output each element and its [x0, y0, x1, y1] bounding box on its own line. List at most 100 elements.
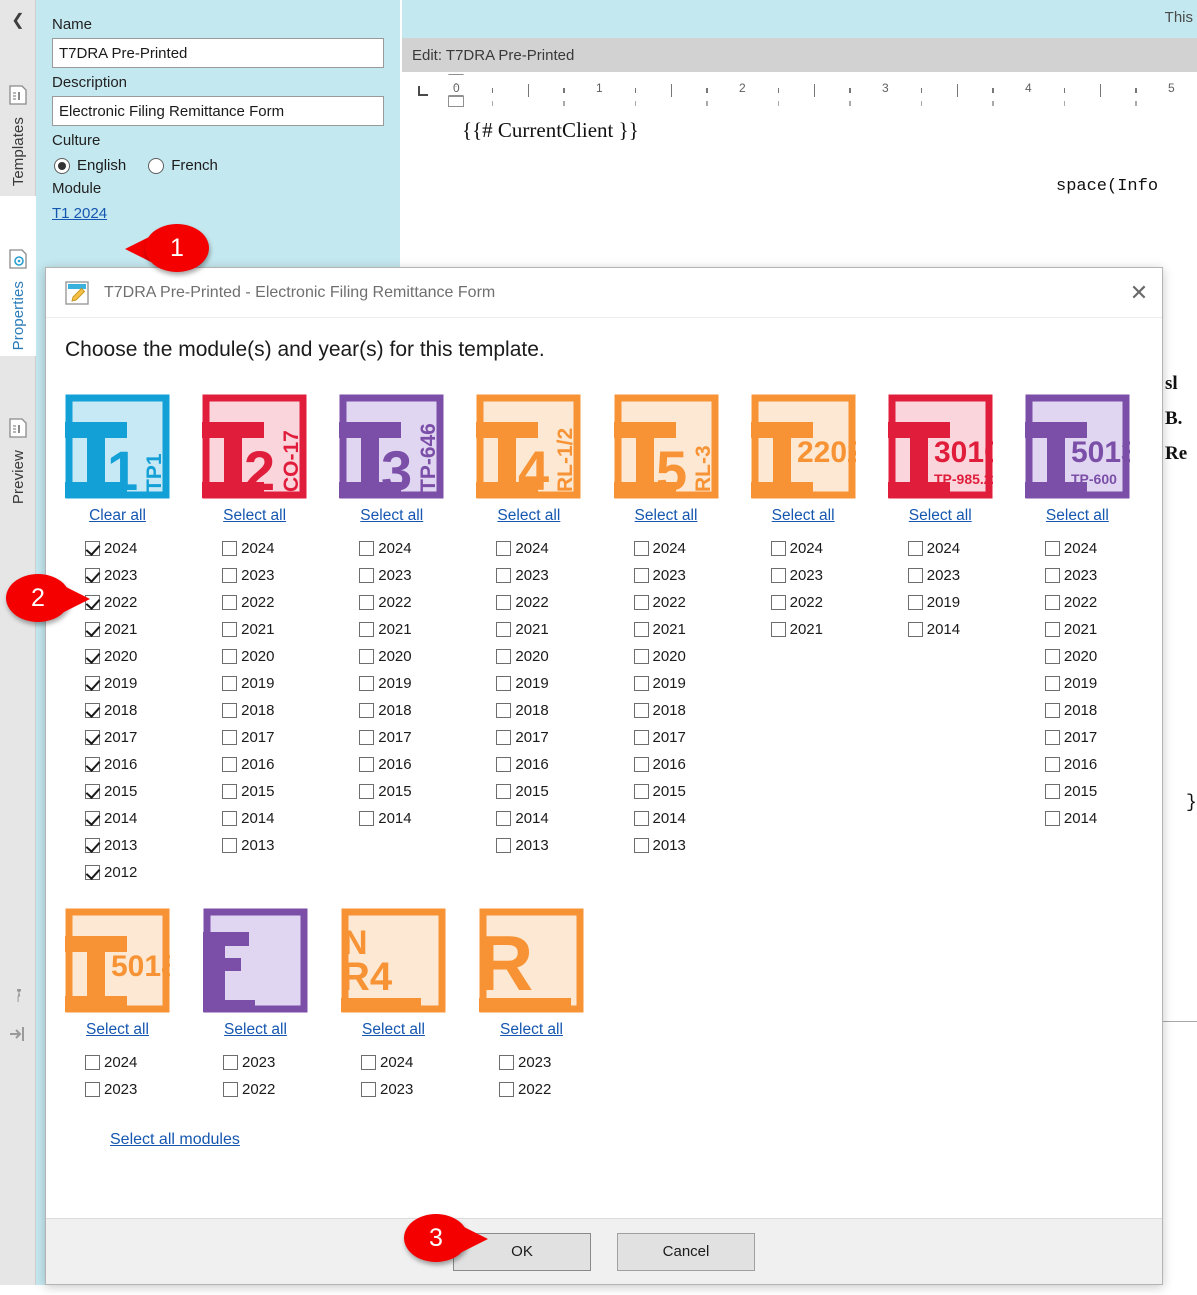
year-checkbox-row[interactable]: 2015 [476, 778, 613, 805]
year-checkbox-row[interactable]: 2023 [65, 1076, 203, 1103]
checkbox-unchecked-icon[interactable] [1044, 784, 1060, 799]
checkbox-unchecked-icon[interactable] [496, 541, 512, 556]
description-input[interactable] [52, 96, 384, 126]
checkbox-unchecked-icon[interactable] [361, 1082, 376, 1097]
checkbox-unchecked-icon[interactable] [907, 622, 923, 637]
checkbox-unchecked-icon[interactable] [496, 595, 512, 610]
year-checkbox-row[interactable]: 2021 [65, 616, 202, 643]
year-checkbox-row[interactable]: 2024 [65, 1049, 203, 1076]
checkbox-unchecked-icon[interactable] [1044, 649, 1060, 664]
year-checkbox-row[interactable]: 2015 [339, 778, 476, 805]
year-checkbox-row[interactable]: 2015 [1025, 778, 1162, 805]
year-checkbox-row[interactable]: 2023 [65, 562, 202, 589]
checkbox-unchecked-icon[interactable] [907, 568, 923, 583]
checkbox-unchecked-icon[interactable] [633, 730, 649, 745]
year-checkbox-row[interactable]: 2024 [614, 535, 751, 562]
cancel-button[interactable]: Cancel [617, 1232, 755, 1271]
checkbox-unchecked-icon[interactable] [633, 541, 649, 556]
sidebar-tab-properties[interactable]: Properties [0, 196, 36, 356]
checkbox-unchecked-icon[interactable] [1044, 568, 1060, 583]
checkbox-unchecked-icon[interactable] [633, 811, 649, 826]
checkbox-unchecked-icon[interactable] [1044, 757, 1060, 772]
checkbox-checked-icon[interactable] [85, 676, 100, 691]
checkbox-unchecked-icon[interactable] [222, 730, 238, 745]
year-checkbox-row[interactable]: 2016 [65, 751, 202, 778]
year-checkbox-row[interactable]: 2021 [614, 616, 751, 643]
checkbox-unchecked-icon[interactable] [633, 703, 649, 718]
year-checkbox-row[interactable]: 2017 [339, 724, 476, 751]
checkbox-checked-icon[interactable] [85, 649, 100, 664]
checkbox-unchecked-icon[interactable] [770, 568, 786, 583]
checkbox-unchecked-icon[interactable] [223, 1082, 238, 1097]
checkbox-unchecked-icon[interactable] [496, 568, 512, 583]
checkbox-unchecked-icon[interactable] [359, 622, 375, 637]
checkbox-unchecked-icon[interactable] [496, 838, 512, 853]
checkbox-unchecked-icon[interactable] [222, 568, 238, 583]
year-checkbox-row[interactable]: 2016 [614, 751, 751, 778]
checkbox-unchecked-icon[interactable] [770, 541, 786, 556]
select-all-link[interactable]: Select all [614, 507, 719, 525]
year-checkbox-row[interactable]: 2018 [1025, 697, 1162, 724]
checkbox-unchecked-icon[interactable] [496, 622, 512, 637]
year-checkbox-row[interactable]: 2021 [1025, 616, 1162, 643]
checkbox-unchecked-icon[interactable] [633, 649, 649, 664]
checkbox-unchecked-icon[interactable] [1044, 811, 1060, 826]
select-all-link[interactable]: Select all [1025, 507, 1130, 525]
checkbox-unchecked-icon[interactable] [633, 784, 649, 799]
checkbox-checked-icon[interactable] [85, 838, 100, 853]
year-checkbox-row[interactable]: 2021 [202, 616, 339, 643]
checkbox-unchecked-icon[interactable] [222, 784, 238, 799]
year-checkbox-row[interactable]: 2022 [203, 1076, 341, 1103]
year-checkbox-row[interactable]: 2019 [614, 670, 751, 697]
select-all-link[interactable]: Select all [479, 1021, 584, 1039]
year-checkbox-row[interactable]: 2012 [65, 859, 202, 886]
checkbox-unchecked-icon[interactable] [85, 1055, 100, 1070]
year-checkbox-row[interactable]: 2024 [339, 535, 476, 562]
select-all-link[interactable]: Select all [339, 507, 444, 525]
year-checkbox-row[interactable]: 2019 [202, 670, 339, 697]
year-checkbox-row[interactable]: 2014 [888, 616, 1025, 643]
year-checkbox-row[interactable]: 2023 [614, 562, 751, 589]
checkbox-unchecked-icon[interactable] [499, 1082, 514, 1097]
year-checkbox-row[interactable]: 2020 [339, 643, 476, 670]
checkbox-unchecked-icon[interactable] [85, 1082, 100, 1097]
select-all-link[interactable]: Select all [202, 507, 307, 525]
select-all-link[interactable]: Select all [476, 507, 581, 525]
checkbox-unchecked-icon[interactable] [359, 568, 375, 583]
year-checkbox-row[interactable]: 2023 [339, 562, 476, 589]
year-checkbox-row[interactable]: 2023 [888, 562, 1025, 589]
culture-option-french[interactable]: French [148, 157, 218, 174]
year-checkbox-row[interactable]: 2016 [339, 751, 476, 778]
year-checkbox-row[interactable]: 2022 [614, 589, 751, 616]
checkbox-unchecked-icon[interactable] [222, 811, 238, 826]
checkbox-unchecked-icon[interactable] [359, 676, 375, 691]
year-checkbox-row[interactable]: 2022 [476, 589, 613, 616]
checkbox-unchecked-icon[interactable] [633, 838, 649, 853]
year-checkbox-row[interactable]: 2018 [339, 697, 476, 724]
checkbox-unchecked-icon[interactable] [1044, 595, 1060, 610]
select-all-link[interactable]: Select all [341, 1021, 446, 1039]
year-checkbox-row[interactable]: 2015 [614, 778, 751, 805]
year-checkbox-row[interactable]: 2017 [614, 724, 751, 751]
year-checkbox-row[interactable]: 2018 [202, 697, 339, 724]
checkbox-unchecked-icon[interactable] [222, 595, 238, 610]
year-checkbox-row[interactable]: 2019 [1025, 670, 1162, 697]
select-all-modules-link[interactable]: Select all modules [110, 1131, 240, 1149]
year-checkbox-row[interactable]: 2020 [476, 643, 613, 670]
checkbox-unchecked-icon[interactable] [496, 676, 512, 691]
year-checkbox-row[interactable]: 2024 [65, 535, 202, 562]
checkbox-unchecked-icon[interactable] [633, 676, 649, 691]
sidebar-tab-preview[interactable]: Preview [0, 360, 36, 510]
checkbox-checked-icon[interactable] [85, 622, 100, 637]
checkbox-unchecked-icon[interactable] [1044, 703, 1060, 718]
year-checkbox-row[interactable]: 2013 [65, 832, 202, 859]
select-all-link[interactable]: Select all [751, 507, 856, 525]
editor-body-text[interactable]: {{# CurrentClient }} [462, 118, 639, 143]
year-checkbox-row[interactable]: 2024 [476, 535, 613, 562]
checkbox-unchecked-icon[interactable] [359, 541, 375, 556]
year-checkbox-row[interactable]: 2022 [339, 589, 476, 616]
year-checkbox-row[interactable]: 2018 [476, 697, 613, 724]
year-checkbox-row[interactable]: 2013 [614, 832, 751, 859]
year-checkbox-row[interactable]: 2013 [476, 832, 613, 859]
close-icon[interactable]: ✕ [1116, 269, 1162, 317]
